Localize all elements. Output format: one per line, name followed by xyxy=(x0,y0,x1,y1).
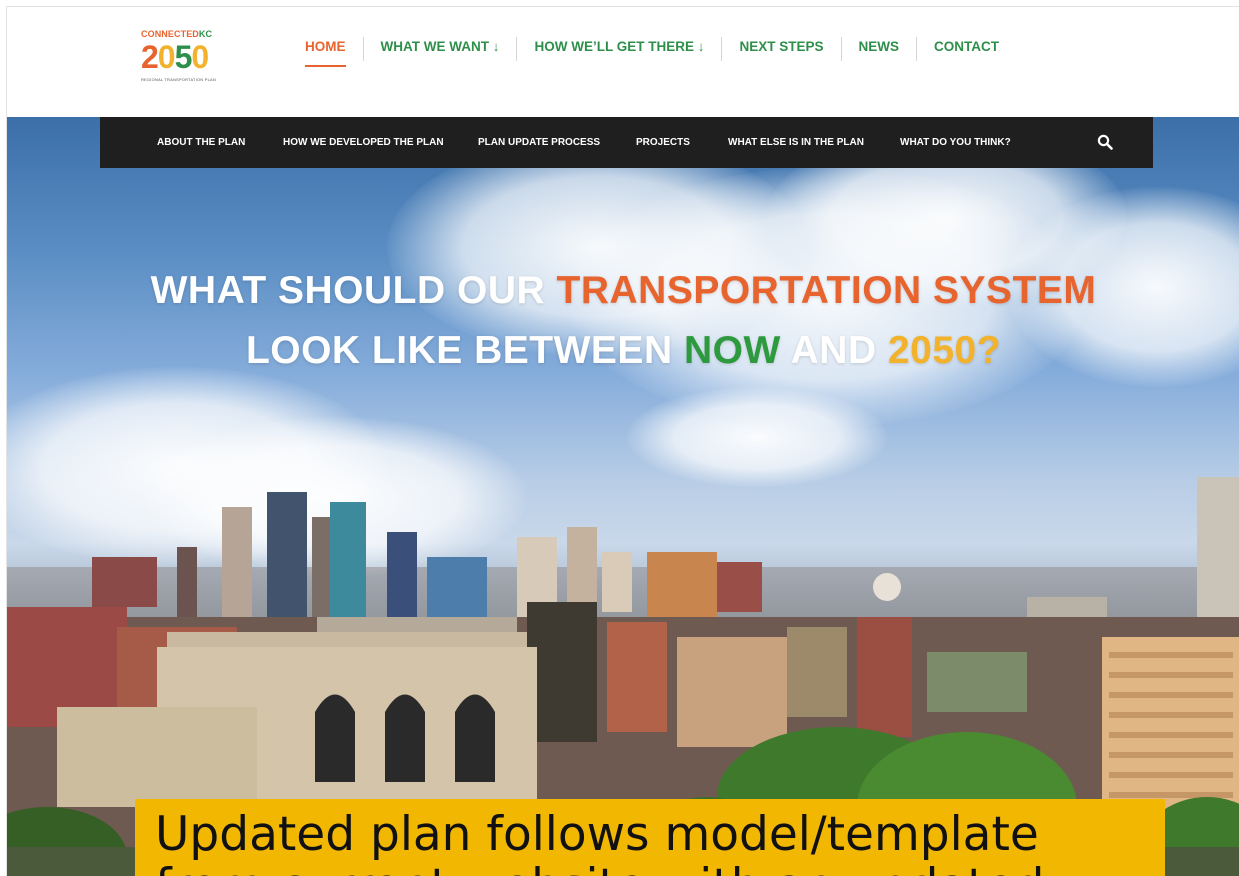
hero-headline-line2: LOOK LIKE BETWEEN NOW AND 2050? xyxy=(245,329,1002,372)
subnav-about-the-plan[interactable]: ABOUT THE PLAN xyxy=(157,137,245,148)
hero-headline-line1: WHAT SHOULD OUR TRANSPORTATION SYSTEM xyxy=(150,269,1097,312)
nav-how-well-get-there[interactable]: HOW WE’LL GET THERE ↓ xyxy=(517,37,721,61)
subnav-projects[interactable]: PROJECTS xyxy=(636,137,690,148)
site-header: CONNECTEDKC 2050 REGIONAL TRANSPORTATION… xyxy=(7,7,1239,117)
site-logo[interactable]: CONNECTEDKC 2050 REGIONAL TRANSPORTATION… xyxy=(141,29,233,89)
subnav-plan-update-process[interactable]: PLAN UPDATE PROCESS xyxy=(478,137,600,148)
hero-banner: ABOUT THE PLAN HOW WE DEVELOPED THE PLAN… xyxy=(7,117,1239,876)
nav-contact[interactable]: CONTACT xyxy=(917,37,1016,61)
secondary-nav: ABOUT THE PLAN HOW WE DEVELOPED THE PLAN… xyxy=(100,117,1153,168)
logo-tagline: REGIONAL TRANSPORTATION PLAN xyxy=(141,77,216,82)
search-icon[interactable] xyxy=(1097,134,1113,150)
browser-viewport: CONNECTEDKC 2050 REGIONAL TRANSPORTATION… xyxy=(6,6,1239,876)
subnav-what-else[interactable]: WHAT ELSE IS IN THE PLAN xyxy=(728,137,864,148)
caption-text: Updated plan follows model/template from… xyxy=(155,807,1044,876)
nav-news[interactable]: NEWS xyxy=(842,37,917,61)
subnav-how-we-developed[interactable]: HOW WE DEVELOPED THE PLAN xyxy=(283,137,444,148)
logo-year: 2050 xyxy=(141,39,209,75)
logo-connected-text: CONNECTEDKC xyxy=(141,29,213,39)
nav-next-steps[interactable]: NEXT STEPS xyxy=(722,37,840,61)
nav-what-we-want[interactable]: WHAT WE WANT ↓ xyxy=(364,37,517,61)
main-nav: HOME WHAT WE WANT ↓ HOW WE’LL GET THERE … xyxy=(293,37,1016,67)
subnav-what-do-you-think[interactable]: WHAT DO YOU THINK? xyxy=(900,137,1011,148)
nav-home[interactable]: HOME xyxy=(293,37,363,67)
caption-overlay: Updated plan follows model/template from… xyxy=(135,799,1165,876)
